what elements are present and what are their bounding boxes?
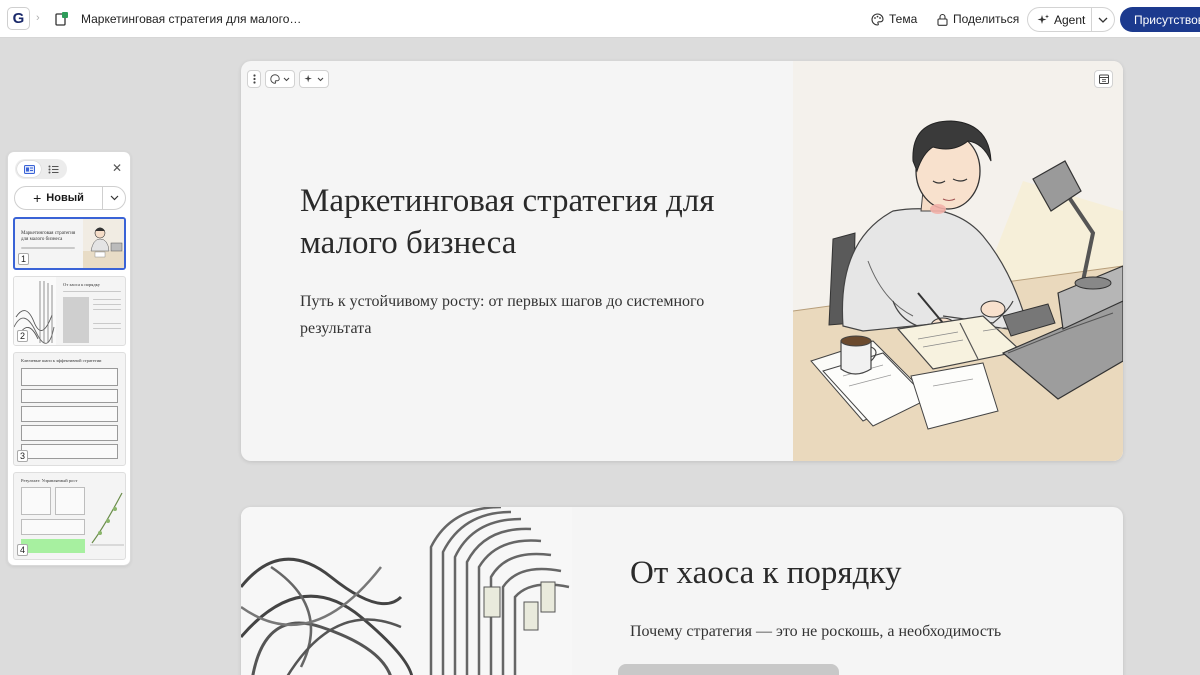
thumb-title: От хаоса к порядку — [63, 282, 101, 287]
thumb-text-line — [63, 291, 121, 292]
chevron-down-icon — [1098, 17, 1108, 23]
card-layout-button[interactable] — [1094, 70, 1113, 88]
agent-button[interactable]: Agent — [1028, 8, 1092, 31]
thumb-number: 4 — [17, 544, 28, 556]
thumb-growth-illustration — [90, 492, 124, 546]
thumb-step-box — [21, 389, 118, 403]
chevron-down-icon — [110, 195, 118, 201]
thumb-title: Маркетинговая стратегия для малого бизне… — [21, 231, 76, 242]
thumb-content-block — [63, 297, 89, 343]
more-vertical-icon — [252, 74, 256, 84]
document-icon — [55, 12, 68, 26]
agent-button-group: Agent — [1027, 7, 1115, 32]
chevron-down-icon — [317, 77, 324, 81]
thumb-text-line — [93, 304, 121, 305]
slide-title[interactable]: От хаоса к порядку — [630, 555, 901, 592]
list-view-toggle[interactable] — [41, 161, 65, 177]
close-panel-button[interactable]: ✕ — [112, 161, 122, 175]
slide-thumbnail-2[interactable]: От хаоса к порядку 2 — [13, 276, 126, 346]
thumb-number: 1 — [18, 253, 29, 265]
thumb-illustration — [83, 219, 124, 268]
thumb-card — [21, 487, 51, 515]
slide-2[interactable]: От хаоса к порядку Почему стратегия — эт… — [241, 507, 1123, 675]
share-button[interactable]: Поделиться — [937, 7, 1019, 31]
thumb-text-line — [93, 299, 121, 300]
agent-dropdown-button[interactable] — [1092, 17, 1114, 23]
thumb-text-line — [93, 328, 121, 329]
grid-view-icon — [23, 164, 35, 174]
slide-style-button[interactable] — [265, 70, 295, 88]
slide-subtitle[interactable]: Почему стратегия — это не роскошь, а нео… — [630, 623, 1001, 641]
slide-1[interactable]: Маркетинговая стратегия для малого бизне… — [241, 61, 1123, 461]
sparkle-icon — [304, 74, 312, 83]
new-slide-label: Новый — [46, 192, 84, 204]
slide-toolbar — [247, 70, 329, 88]
new-slide-button-group: + Новый — [14, 186, 126, 210]
logo-letter: G — [12, 10, 25, 27]
slide-title[interactable]: Маркетинговая стратегия для малого бизне… — [300, 180, 770, 264]
lock-icon — [937, 13, 948, 26]
theme-label: Тема — [889, 12, 918, 26]
thumbnail-view-toggle[interactable] — [17, 161, 41, 177]
thumb-title: Ключевые шаги к эффективной стратегии — [21, 358, 102, 363]
thumb-step-box — [21, 406, 118, 422]
thumb-step-box — [21, 368, 118, 386]
palette-icon — [270, 74, 280, 84]
share-label: Поделиться — [953, 12, 1020, 26]
new-slide-dropdown-button[interactable] — [103, 195, 125, 201]
plus-icon: + — [33, 190, 42, 206]
present-button[interactable]: Присутствовать — [1120, 7, 1200, 32]
slide-subtitle[interactable]: Путь к устойчивому росту: от первых шаго… — [300, 288, 760, 342]
calendar-icon — [1098, 74, 1109, 84]
tangled-cables-illustration[interactable] — [241, 507, 572, 675]
new-slide-button[interactable]: + Новый — [15, 187, 103, 209]
view-toggle — [15, 159, 67, 179]
thumb-highlight-box — [21, 539, 85, 553]
thumb-number: 3 — [17, 450, 28, 462]
breadcrumb-chevron-icon: › — [36, 12, 40, 24]
theme-button[interactable]: Тема — [871, 7, 917, 31]
thumb-text-line — [93, 323, 121, 324]
document-title[interactable]: Маркетинговая стратегия для малого… — [81, 12, 301, 26]
thumb-number: 2 — [17, 330, 28, 342]
thumb-text-line — [93, 309, 121, 310]
list-view-icon — [48, 165, 58, 173]
slide-thumbnail-1[interactable]: Маркетинговая стратегия для малого бизне… — [13, 217, 126, 270]
slide-thumbnail-4[interactable]: Результат: Управляемый рост 4 — [13, 472, 126, 560]
slide-menu-button[interactable] — [247, 70, 261, 88]
present-label: Присутствовать — [1134, 12, 1200, 27]
thumb-step-box — [21, 444, 118, 459]
slide-thumbnail-3[interactable]: Ключевые шаги к эффективной стратегии 3 — [13, 352, 126, 466]
top-bar: G › Маркетинговая стратегия для малого… … — [0, 0, 1200, 38]
app-logo[interactable]: G — [7, 7, 30, 30]
palette-icon — [871, 12, 884, 26]
thumb-card — [21, 519, 85, 535]
slide-ai-button[interactable] — [299, 70, 329, 88]
thumb-text-line — [21, 247, 75, 249]
slide-thumbnail-panel: ✕ + Новый Маркетинговая стратегия для ма… — [7, 151, 131, 566]
thumb-card — [55, 487, 85, 515]
agent-label: Agent — [1054, 12, 1086, 27]
content-block[interactable] — [618, 664, 839, 675]
chevron-down-icon — [283, 77, 290, 81]
person-writing-illustration[interactable] — [793, 61, 1123, 461]
thumb-step-box — [21, 425, 118, 441]
thumb-title: Результат: Управляемый рост — [21, 478, 78, 483]
sparkle-icon — [1037, 14, 1049, 24]
